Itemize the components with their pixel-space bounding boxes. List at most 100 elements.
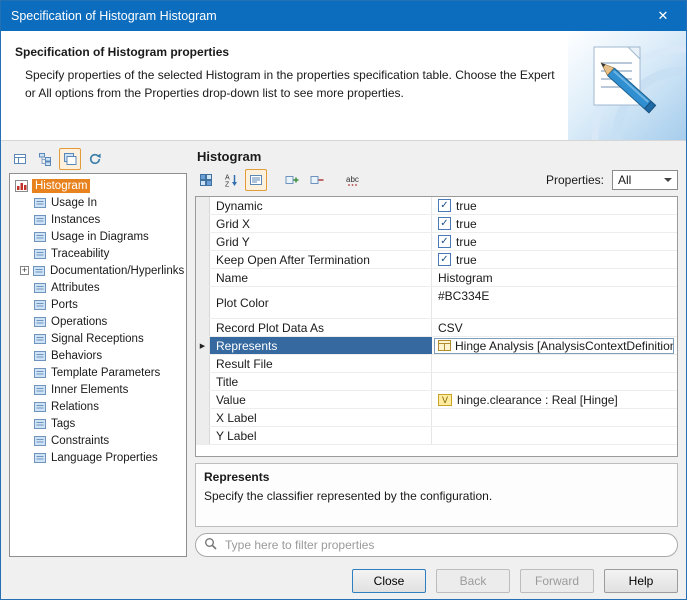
checkbox-value-text: true (456, 253, 477, 267)
customize-abc-icon[interactable]: abc (342, 169, 364, 191)
checkbox-checked-icon[interactable]: ✓ (438, 253, 451, 266)
header-title: Specification of Histogram properties (15, 45, 229, 59)
close-icon[interactable]: ✕ (640, 1, 686, 31)
properties-mode-value: All (618, 173, 631, 187)
tree-item-relations[interactable]: Relations (10, 398, 186, 415)
property-value (432, 427, 677, 444)
represents-value-editor[interactable]: Hinge Analysis [AnalysisContextDefinitio… (434, 338, 674, 354)
tree-item-label: Histogram (32, 179, 90, 193)
tree-item-documentation-hyperlinks[interactable]: + Documentation/Hyperlinks (10, 262, 186, 279)
tree-item-label: Ports (51, 299, 78, 311)
operations-icon (34, 316, 47, 328)
tree-item-label: Relations (51, 401, 99, 413)
tree-item-usage-in[interactable]: Usage In (10, 194, 186, 211)
property-row-keep-open-after-termination[interactable]: Keep Open After Termination ✓ true (196, 251, 677, 269)
close-button[interactable]: Close (352, 569, 426, 593)
back-button: Back (436, 569, 510, 593)
property-value: Hinge Analysis [AnalysisContextDefinitio… (432, 337, 677, 354)
property-label: Name (210, 269, 432, 286)
property-value-text: CSV (438, 321, 463, 335)
row-marker: ▶ (196, 337, 210, 354)
properties-filter-label: Properties: (546, 173, 604, 187)
tree-toolbar (9, 147, 187, 173)
property-row-result-file[interactable]: Result File (196, 355, 677, 373)
main-area: Histogram Usage In Instances Usage in Di… (1, 141, 686, 563)
tags-icon (34, 418, 47, 430)
row-marker (196, 251, 210, 268)
property-value: #BC334E (432, 287, 677, 318)
header-description: Specify properties of the selected Histo… (25, 66, 565, 102)
property-value-text: hinge.clearance : Real [Hinge] (457, 393, 618, 407)
expand-icon[interactable]: + (20, 266, 29, 275)
show-description-icon[interactable] (245, 169, 267, 191)
property-row-x-label[interactable]: X Label (196, 409, 677, 427)
traceability-icon (34, 248, 47, 260)
refresh-icon[interactable] (84, 148, 106, 170)
properties-view-icon[interactable] (9, 148, 31, 170)
tree-item-constraints[interactable]: Constraints (10, 432, 186, 449)
tree-item-label: Constraints (51, 435, 109, 447)
filter-field (195, 533, 678, 557)
tree-item-ports[interactable]: Ports (10, 296, 186, 313)
tree-item-label: Language Properties (51, 452, 158, 464)
tree-item-operations[interactable]: Operations (10, 313, 186, 330)
property-row-y-label[interactable]: Y Label (196, 427, 677, 445)
property-row-name[interactable]: Name Histogram (196, 269, 677, 287)
property-row-record-plot-data-as[interactable]: Record Plot Data As CSV (196, 319, 677, 337)
tree-item-histogram[interactable]: Histogram (10, 177, 186, 194)
tree-item-behaviors[interactable]: Behaviors (10, 347, 186, 364)
property-table: Dynamic ✓ true Grid X ✓ true (195, 196, 678, 457)
tree-item-instances[interactable]: Instances (10, 211, 186, 228)
property-row-grid-x[interactable]: Grid X ✓ true (196, 215, 677, 233)
template-parameters-icon (34, 367, 47, 379)
tree-item-traceability[interactable]: Traceability (10, 245, 186, 262)
property-value: ✓ true (432, 197, 677, 214)
tree-item-template-parameters[interactable]: Template Parameters (10, 364, 186, 381)
property-value: V hinge.clearance : Real [Hinge] (432, 391, 677, 408)
property-row-dynamic[interactable]: Dynamic ✓ true (196, 197, 677, 215)
tree-item-language-properties[interactable]: Language Properties (10, 449, 186, 466)
tree-item-attributes[interactable]: Attributes (10, 279, 186, 296)
sort-alphabetically-icon[interactable]: AZ (220, 169, 242, 191)
properties-mode-select[interactable]: All (612, 170, 678, 190)
row-marker (196, 427, 210, 444)
collapse-categories-icon[interactable] (306, 169, 328, 191)
properties-heading: Histogram (195, 147, 678, 167)
expand-categories-icon[interactable] (281, 169, 303, 191)
checkbox-checked-icon[interactable]: ✓ (438, 199, 451, 212)
tree-item-label: Traceability (51, 248, 109, 260)
svg-text:Z: Z (225, 182, 230, 188)
property-value: ✓ true (432, 251, 677, 268)
checkbox-checked-icon[interactable]: ✓ (438, 235, 451, 248)
property-row-grid-y[interactable]: Grid Y ✓ true (196, 233, 677, 251)
property-row-plot-color[interactable]: Plot Color #BC334E (196, 287, 677, 319)
tree-item-label: Inner Elements (51, 384, 128, 396)
checkbox-checked-icon[interactable]: ✓ (438, 217, 451, 230)
property-label: Title (210, 373, 432, 390)
tree-item-signal-receptions[interactable]: Signal Receptions (10, 330, 186, 347)
property-row-value[interactable]: Value V hinge.clearance : Real [Hinge] (196, 391, 677, 409)
attributes-icon (34, 282, 47, 294)
checkbox-value-text: true (456, 217, 477, 231)
property-row-represents[interactable]: ▶ Represents Hinge Analysis [AnalysisCon… (196, 337, 677, 355)
behaviors-icon (34, 350, 47, 362)
stacked-view-icon[interactable] (59, 148, 81, 170)
help-button[interactable]: Help (604, 569, 678, 593)
tree-item-usage-in-diagrams[interactable]: Usage in Diagrams (10, 228, 186, 245)
property-value (432, 373, 677, 390)
inner-elements-icon (34, 384, 47, 396)
tree-item-inner-elements[interactable]: Inner Elements (10, 381, 186, 398)
filter-input[interactable] (223, 537, 669, 553)
constraints-icon (34, 435, 47, 447)
window-title: Specification of Histogram Histogram (1, 9, 217, 23)
property-row-title[interactable]: Title (196, 373, 677, 391)
property-label: Y Label (210, 427, 432, 444)
row-marker (196, 355, 210, 372)
property-description-title: Represents (204, 470, 669, 484)
analysis-context-icon (438, 340, 451, 351)
property-value: ✓ true (432, 233, 677, 250)
property-label: Record Plot Data As (210, 319, 432, 336)
categorized-view-icon[interactable] (195, 169, 217, 191)
tree-item-tags[interactable]: Tags (10, 415, 186, 432)
containment-view-icon[interactable] (34, 148, 56, 170)
